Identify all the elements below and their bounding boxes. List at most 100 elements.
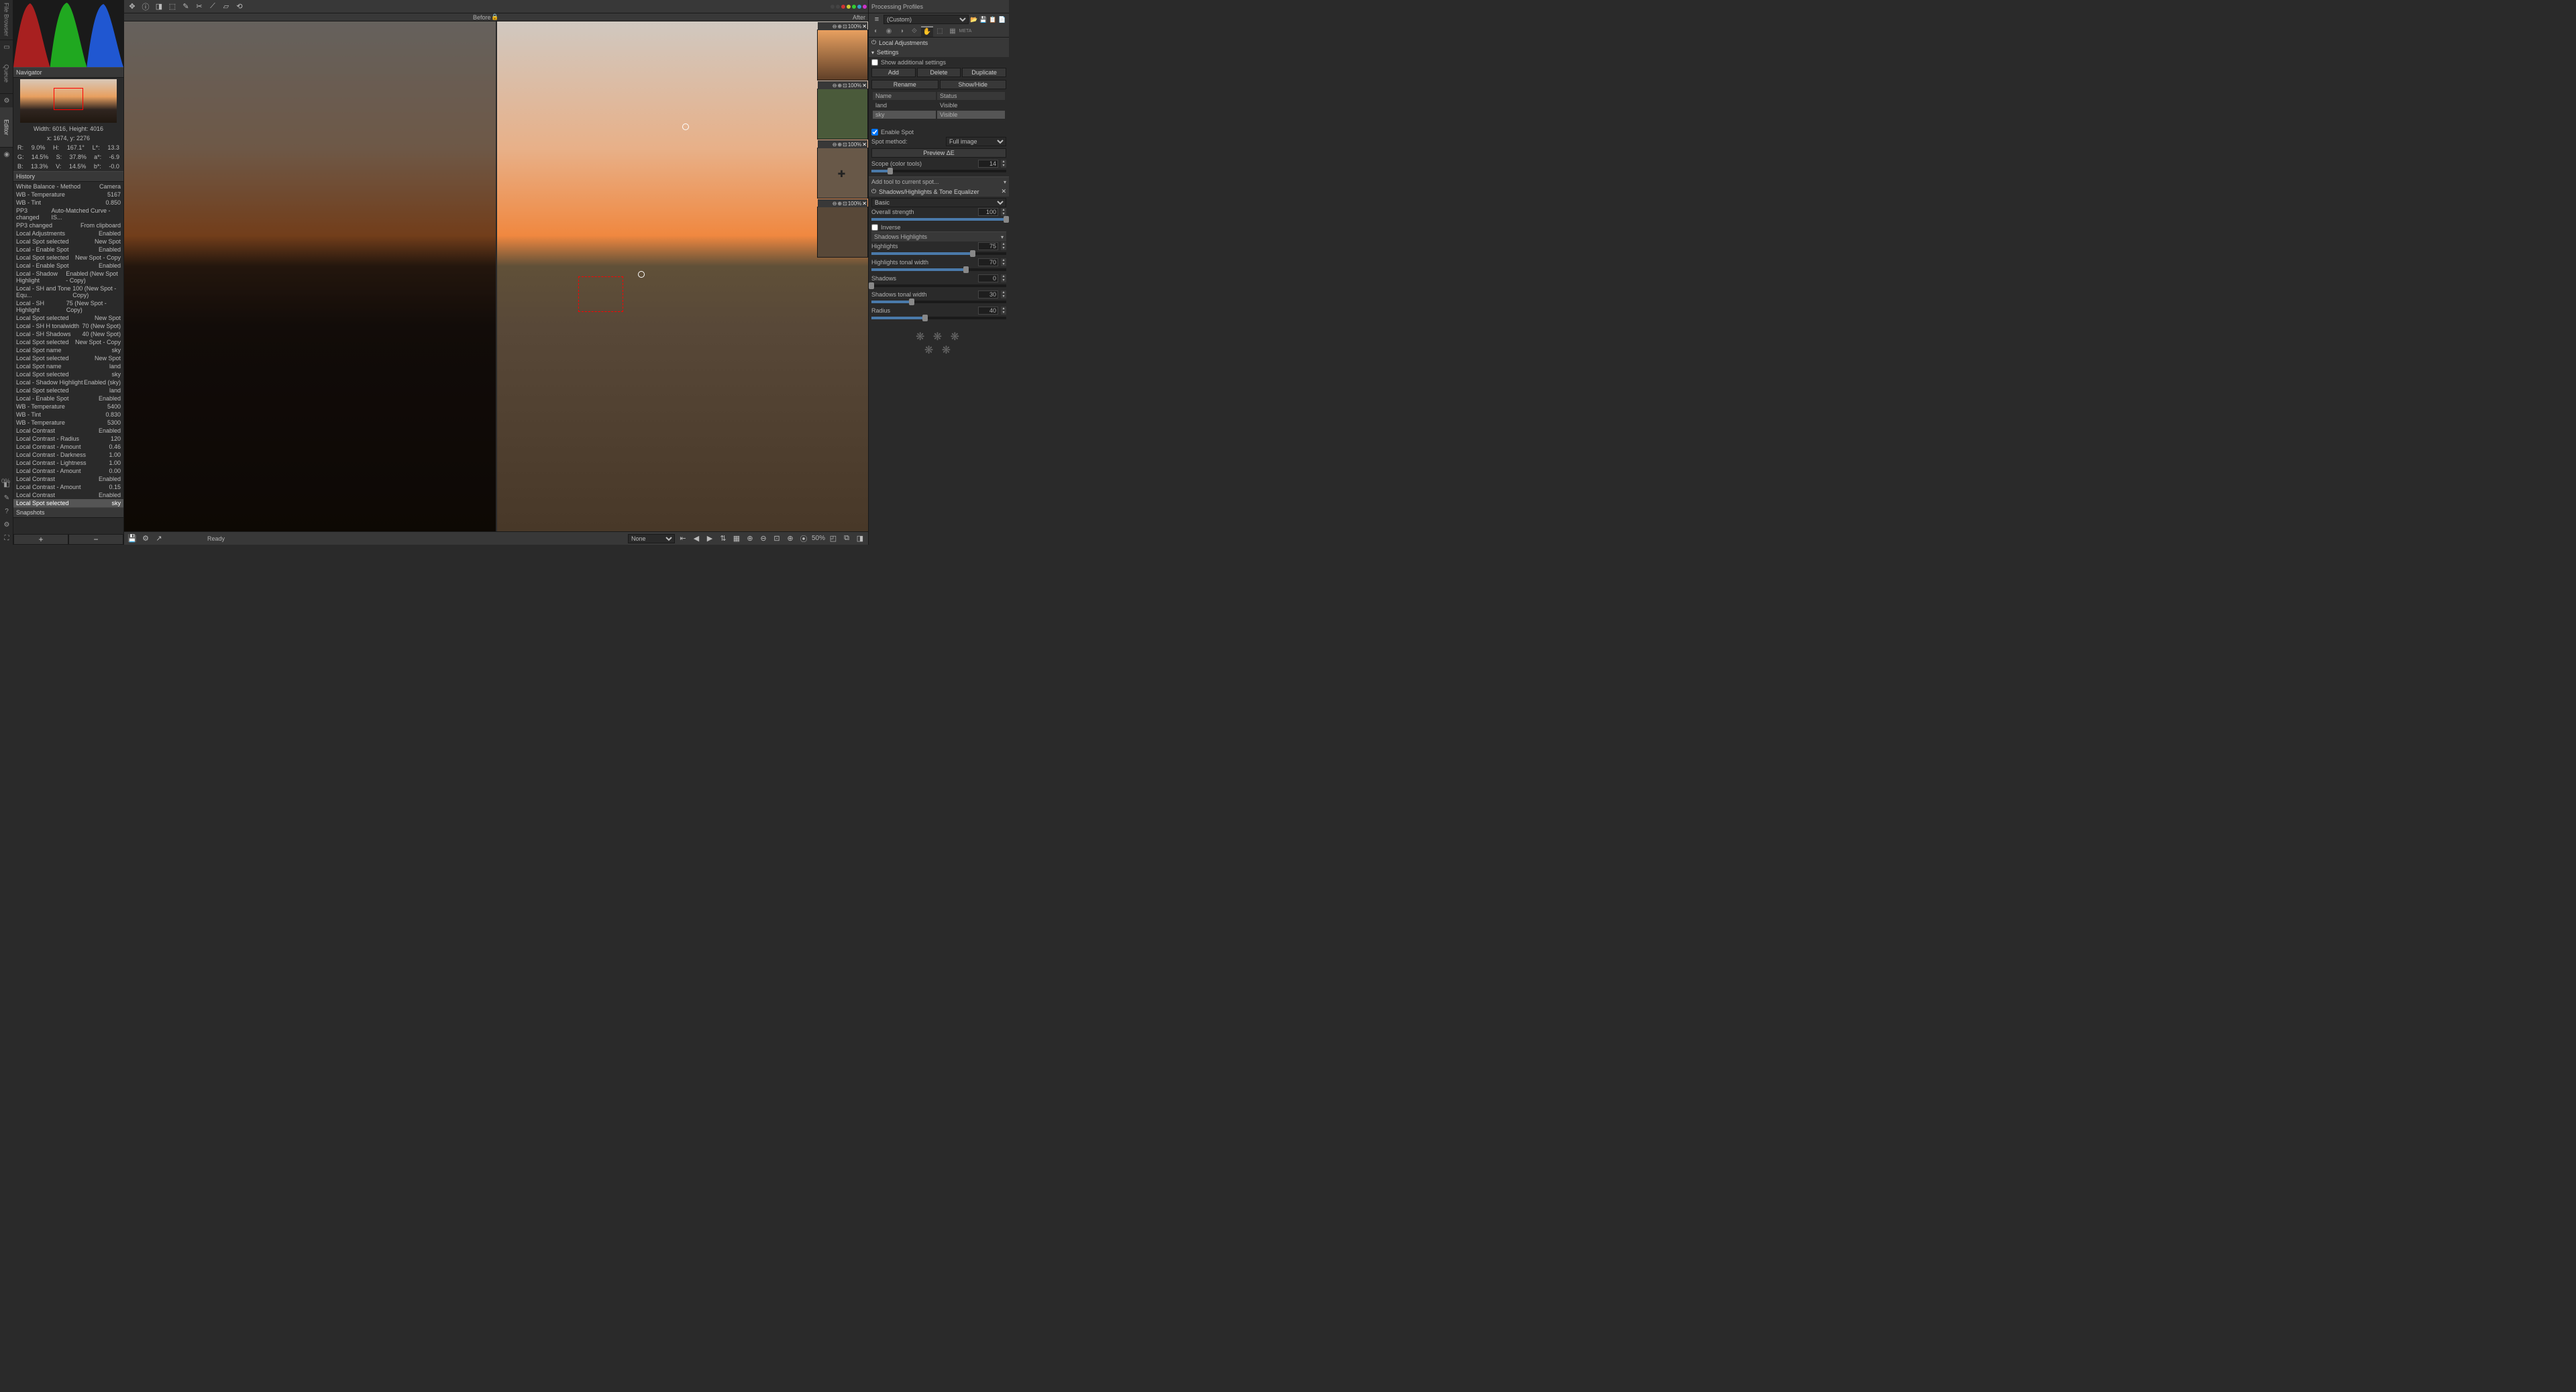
history-row[interactable]: Local Spot selectedsky	[13, 499, 123, 507]
history-row[interactable]: Local ContrastEnabled	[13, 427, 123, 435]
history-row[interactable]: Local - Enable SpotEnabled	[13, 246, 123, 254]
history-row[interactable]: Local - Enable SpotEnabled	[13, 394, 123, 403]
spot-table[interactable]: NameStatus landVisibleskyVisible	[871, 91, 1006, 120]
external-editor-icon[interactable]: ↗	[154, 533, 164, 544]
tab-advanced-icon[interactable]: ⟐	[908, 26, 920, 37]
tab-exposure-icon[interactable]: ◐	[870, 26, 882, 37]
zoom-100-icon[interactable]: ⊡	[843, 83, 847, 89]
tab-raw-icon[interactable]: ▦	[947, 26, 959, 37]
zoom-100-icon[interactable]: ⦿	[798, 533, 809, 544]
history-row[interactable]: Local ContrastEnabled	[13, 475, 123, 483]
history-row[interactable]: WB - Temperature5300	[13, 419, 123, 427]
zoom-out-icon[interactable]: ⊖	[833, 23, 837, 30]
aperture-icon[interactable]: ◉	[0, 148, 13, 161]
new-detail-window-icon[interactable]: ⧉	[841, 533, 852, 544]
before-after-icon[interactable]: ◨	[154, 1, 164, 12]
history-row[interactable]: WB - Tint0.850	[13, 199, 123, 207]
history-row[interactable]: Local - SH Shadows40 (New Spot)	[13, 330, 123, 338]
hand-tool-icon[interactable]: ✥	[127, 1, 138, 12]
zoom-crop-icon[interactable]: ◰	[828, 533, 839, 544]
zoom-100-icon[interactable]: ⊡	[843, 23, 847, 30]
h-tonal-slider[interactable]	[871, 268, 1006, 271]
zoom-out-icon[interactable]: ⊖	[833, 142, 837, 148]
tab-detail-icon[interactable]: ◉	[883, 26, 895, 37]
zoom-in-icon[interactable]: ⊕	[785, 533, 796, 544]
history-row[interactable]: Local Contrast - Amount0.00	[13, 467, 123, 475]
right-panel-toggle-icon[interactable]: ◨	[855, 533, 865, 544]
help-icon[interactable]: ?	[0, 504, 13, 518]
spot-row[interactable]: skyVisible	[873, 111, 1005, 119]
history-row[interactable]: Local Spot selectedNew Spot - Copy	[13, 338, 123, 346]
history-row[interactable]: Local Spot selectedNew Spot	[13, 237, 123, 246]
scope-slider[interactable]	[871, 170, 1006, 172]
shadows-value[interactable]: 0	[978, 274, 998, 282]
wb-picker-icon[interactable]: ✎	[180, 1, 191, 12]
shadows-slider[interactable]	[871, 284, 1006, 287]
close-icon[interactable]: ✕	[862, 142, 867, 148]
history-row[interactable]: PP3 changedAuto-Matched Curve - IS...	[13, 207, 123, 221]
history-list[interactable]: Photo loaded(Last Saved)White Balance - …	[13, 182, 123, 507]
profile-mode-icon[interactable]: ≡	[871, 14, 882, 25]
gear-icon[interactable]: ⚙	[0, 94, 13, 107]
history-row[interactable]: Local Spot selectedland	[13, 386, 123, 394]
profile-paste-icon[interactable]: 📄	[998, 15, 1006, 23]
s-tonal-slider[interactable]	[871, 301, 1006, 303]
history-row[interactable]: Local Contrast - Lightness1.00	[13, 459, 123, 467]
close-icon[interactable]: ✕	[862, 201, 867, 207]
zoom-in-icon[interactable]: ⊕	[837, 201, 842, 207]
radius-value[interactable]: 40	[978, 307, 998, 315]
overall-value[interactable]: 100	[978, 208, 998, 216]
close-icon[interactable]: ✕	[1001, 188, 1006, 195]
image-before[interactable]	[124, 21, 497, 531]
h-tonal-value[interactable]: 70	[978, 258, 998, 266]
color-labels[interactable]	[830, 5, 872, 9]
shadows-highlights-expander[interactable]: Shadows Highlights▾	[871, 231, 1006, 242]
detail-window-1[interactable]: ⊖⊕⊡100%✕	[817, 30, 868, 81]
perspective-icon[interactable]: ▱	[221, 1, 231, 12]
overall-slider[interactable]	[871, 218, 1006, 221]
power-icon[interactable]: ⏻	[871, 39, 876, 46]
highlights-slider[interactable]	[871, 252, 1006, 255]
zoom-100-icon[interactable]: ⊡	[843, 142, 847, 148]
zoom-100-icon[interactable]: ⊡	[843, 201, 847, 207]
sh-tool-header[interactable]: ⏻ Shadows/Highlights & Tone Equalizer ✕	[869, 186, 1009, 197]
power-icon[interactable]: ⏻	[871, 188, 876, 195]
preferences-icon[interactable]: ⚙	[0, 518, 13, 531]
sync-icon[interactable]: ⇅	[718, 533, 729, 544]
history-row[interactable]: Local - SH H tonalwidth70 (New Spot)	[13, 322, 123, 330]
snapshot-delete-button[interactable]: −	[68, 534, 123, 545]
inverse-checkbox[interactable]	[871, 224, 878, 231]
history-row[interactable]: Local - Enable SpotEnabled	[13, 262, 123, 270]
history-row[interactable]: Local - Shadow HighlightEnabled (sky)	[13, 378, 123, 386]
zoom-in-icon[interactable]: ⊕	[837, 23, 842, 30]
detail-window-3[interactable]: ⊖⊕⊡100%✕ ✚	[817, 148, 868, 199]
profile-load-icon[interactable]: 📂	[970, 15, 978, 23]
tab-file-browser[interactable]: File Browser	[0, 0, 13, 40]
history-row[interactable]: Local Spot nameland	[13, 362, 123, 370]
queue-put-icon[interactable]: ⚙	[140, 533, 151, 544]
history-row[interactable]: WB - Tint0.830	[13, 411, 123, 419]
zoom-out-icon[interactable]: ⊖	[833, 83, 837, 89]
settings-header[interactable]: Settings	[869, 48, 1009, 57]
close-icon[interactable]: ✕	[862, 83, 867, 89]
history-row[interactable]: Local Spot namesky	[13, 346, 123, 354]
duplicate-button[interactable]: Duplicate	[962, 68, 1006, 77]
filmstrip-icon[interactable]: ▦	[731, 533, 742, 544]
zoom-fit-icon[interactable]: ⊡	[771, 533, 782, 544]
history-row[interactable]: Local AdjustmentsEnabled	[13, 229, 123, 237]
profile-save-icon[interactable]: 💾	[979, 15, 987, 23]
history-row[interactable]: Local Contrast - Radius120	[13, 435, 123, 443]
s-tonal-value[interactable]: 30	[978, 290, 998, 299]
history-row[interactable]: White Balance - MethodCamera	[13, 182, 123, 191]
add-tool-expander[interactable]: Add tool to current spot...▾	[869, 176, 1009, 186]
navigator-roi[interactable]	[54, 88, 83, 110]
zoom-in-icon[interactable]: ⊕	[837, 83, 842, 89]
highlights-value[interactable]: 75	[978, 242, 998, 250]
history-row[interactable]: Local ContrastEnabled	[13, 491, 123, 499]
tab-meta-icon[interactable]: META	[959, 26, 971, 37]
history-row[interactable]: WB - Temperature5400	[13, 403, 123, 411]
spot-row[interactable]: landVisible	[873, 101, 1005, 109]
history-row[interactable]: Local Spot selectedNew Spot - Copy	[13, 254, 123, 262]
lock-icon[interactable]: 🔒	[491, 13, 498, 21]
close-icon[interactable]: ✕	[862, 23, 867, 30]
